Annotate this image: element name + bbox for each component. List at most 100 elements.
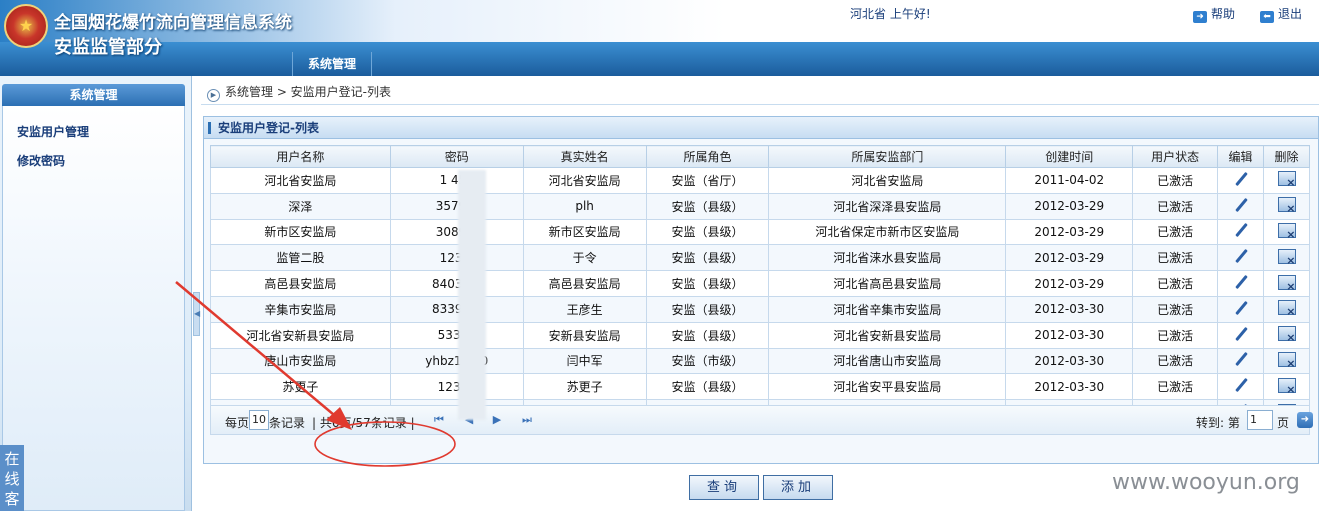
edit-pencil-icon[interactable] — [1233, 351, 1249, 367]
table-cell: 河北省安监局 — [768, 167, 1007, 194]
table-cell: 深泽 — [210, 192, 391, 220]
online-service-tab[interactable]: 在线客 — [0, 445, 24, 511]
table-cell: 1 456 — [389, 167, 524, 194]
column-header[interactable]: 用户名称 — [210, 145, 391, 168]
sidebar-title: 系统管理 — [2, 84, 185, 106]
delete-cell — [1263, 167, 1310, 194]
table-cell: 2012-03-30 — [1005, 321, 1134, 349]
table-cell: 已激活 — [1132, 244, 1219, 272]
edit-pencil-icon[interactable] — [1233, 248, 1249, 264]
table-cell: plh — [522, 192, 647, 220]
table-cell: 安监（县级） — [645, 295, 770, 323]
delete-cell — [1263, 244, 1310, 272]
sidebar-collapse-handle[interactable]: ◀ — [193, 292, 200, 336]
edit-pencil-icon[interactable] — [1233, 377, 1249, 393]
delete-icon[interactable] — [1277, 171, 1296, 189]
help-link[interactable]: ➜ 帮助 — [1193, 5, 1235, 23]
greeting-text: 河北省 上午好! — [850, 7, 931, 21]
table-cell: 已激活 — [1132, 373, 1219, 401]
table-cell: 河北省保定市新市区安监局 — [768, 218, 1007, 246]
edit-cell — [1217, 347, 1264, 375]
column-header[interactable]: 用户状态 — [1132, 145, 1219, 168]
arrow-left-icon: ⬅ — [1260, 11, 1274, 23]
delete-icon[interactable] — [1277, 300, 1296, 318]
delete-icon[interactable] — [1277, 248, 1296, 267]
add-button[interactable]: 添加 — [763, 475, 833, 500]
delete-icon[interactable] — [1277, 274, 1296, 293]
table-cell: 已激活 — [1132, 347, 1219, 375]
table-cell: 已激活 — [1132, 192, 1219, 220]
table-cell: 安监（县级） — [645, 270, 770, 297]
delete-cell — [1263, 373, 1310, 401]
per-page-prefix: 每页 — [225, 416, 250, 430]
table-row: 唐山市安监局 yhbz130 0 闫中军 安监（市级） 河北省唐山市安监局 2012-03… — [210, 347, 1310, 375]
delete-icon[interactable] — [1277, 326, 1296, 344]
goto-suffix: 页 — [1277, 416, 1290, 430]
table-cell: 河北省唐山市安监局 — [768, 347, 1007, 375]
last-page-icon[interactable]: ⏭ — [521, 413, 533, 427]
edit-pencil-icon[interactable] — [1233, 222, 1249, 238]
edit-pencil-icon[interactable] — [1233, 326, 1249, 342]
table-cell: 河北省高邑县安监局 — [768, 270, 1007, 297]
delete-cell — [1263, 295, 1310, 323]
go-button[interactable]: ➜ — [1297, 412, 1313, 428]
delete-icon[interactable] — [1277, 351, 1296, 370]
edit-pencil-icon[interactable] — [1233, 300, 1249, 316]
table-cell: 2012-03-29 — [1005, 244, 1134, 272]
delete-cell — [1263, 347, 1310, 375]
sidebar-item-user-management[interactable]: 安监用户管理 — [17, 123, 89, 140]
table-cell: 2012-03-29 — [1005, 192, 1134, 220]
breadcrumb-text: 系统管理 > 安监用户登记-列表 — [225, 85, 392, 99]
goto-page-input[interactable]: 1 — [1247, 410, 1273, 430]
first-page-icon[interactable]: ⏮ — [433, 413, 445, 427]
table-cell: 安监（省厅） — [645, 167, 770, 194]
table-cell: 安新县安监局 — [522, 321, 647, 349]
table-cell: 2011-04-02 — [1005, 167, 1134, 194]
edit-cell — [1217, 192, 1264, 220]
table-cell: 2012-03-29 — [1005, 270, 1134, 297]
column-header[interactable]: 所属角色 — [645, 145, 770, 168]
table-cell: 已激活 — [1132, 167, 1219, 194]
edit-pencil-icon[interactable] — [1233, 274, 1249, 290]
logout-label: 退出 — [1278, 7, 1303, 21]
system-subtitle: 安监监管部分 — [54, 37, 162, 58]
edit-cell — [1217, 244, 1264, 272]
tab-system-management[interactable]: 系统管理 — [292, 52, 372, 76]
table-cell: 8339 15 — [389, 295, 524, 323]
table-cell: 2012-03-30 — [1005, 347, 1134, 375]
table-cell: 8403 55 — [389, 270, 524, 297]
edit-pencil-icon[interactable] — [1233, 171, 1249, 187]
edit-cell — [1217, 218, 1264, 246]
sidebar-item-change-password[interactable]: 修改密码 — [17, 152, 65, 169]
per-page-input[interactable]: 10 — [249, 410, 269, 430]
column-header[interactable]: 创建时间 — [1005, 145, 1134, 168]
table-cell: 3579 2 — [389, 192, 524, 220]
breadcrumb-divider — [201, 104, 1319, 105]
table-cell: 安监（市级） — [645, 347, 770, 375]
table-cell: 已激活 — [1132, 218, 1219, 246]
table-cell: 安监（县级） — [645, 192, 770, 220]
query-button[interactable]: 查询 — [689, 475, 759, 500]
table-cell: 河北省涞水县安监局 — [768, 244, 1007, 272]
edit-pencil-icon[interactable] — [1233, 197, 1249, 213]
table-cell: 123 6 — [389, 244, 524, 272]
help-label: 帮助 — [1211, 7, 1236, 21]
table-cell: 王彦生 — [522, 295, 647, 323]
table-row: 高邑县安监局 8403 55 高邑县安监局 安监（县级） 河北省高邑县安监局 2012-0… — [210, 270, 1310, 297]
column-header[interactable]: 密码 — [389, 145, 524, 168]
column-header[interactable]: 所属安监部门 — [768, 145, 1007, 168]
next-page-icon[interactable]: ▶ — [491, 413, 503, 427]
sidebar-menu: 安监用户管理 修改密码 — [2, 106, 185, 511]
delete-icon[interactable] — [1277, 377, 1296, 396]
sidebar: 系统管理 安监用户管理 修改密码 — [0, 76, 192, 511]
goto-prefix: 转到: 第 — [1196, 416, 1240, 430]
page-summary: | 共6页/57条记录 | — [312, 416, 415, 430]
delete-icon[interactable] — [1277, 222, 1296, 241]
table-cell: 辛集市安监局 — [210, 295, 391, 323]
delete-cell — [1263, 192, 1310, 220]
column-header[interactable]: 真实姓名 — [522, 145, 647, 168]
logout-link[interactable]: ⬅ 退出 — [1260, 5, 1302, 23]
table-cell: 河北省安平县安监局 — [768, 373, 1007, 401]
delete-icon[interactable] — [1277, 197, 1296, 215]
table-row: 监管二股 123 6 于令 安监（县级） 河北省涞水县安监局 2012-03-29 已激活 — [210, 244, 1310, 272]
